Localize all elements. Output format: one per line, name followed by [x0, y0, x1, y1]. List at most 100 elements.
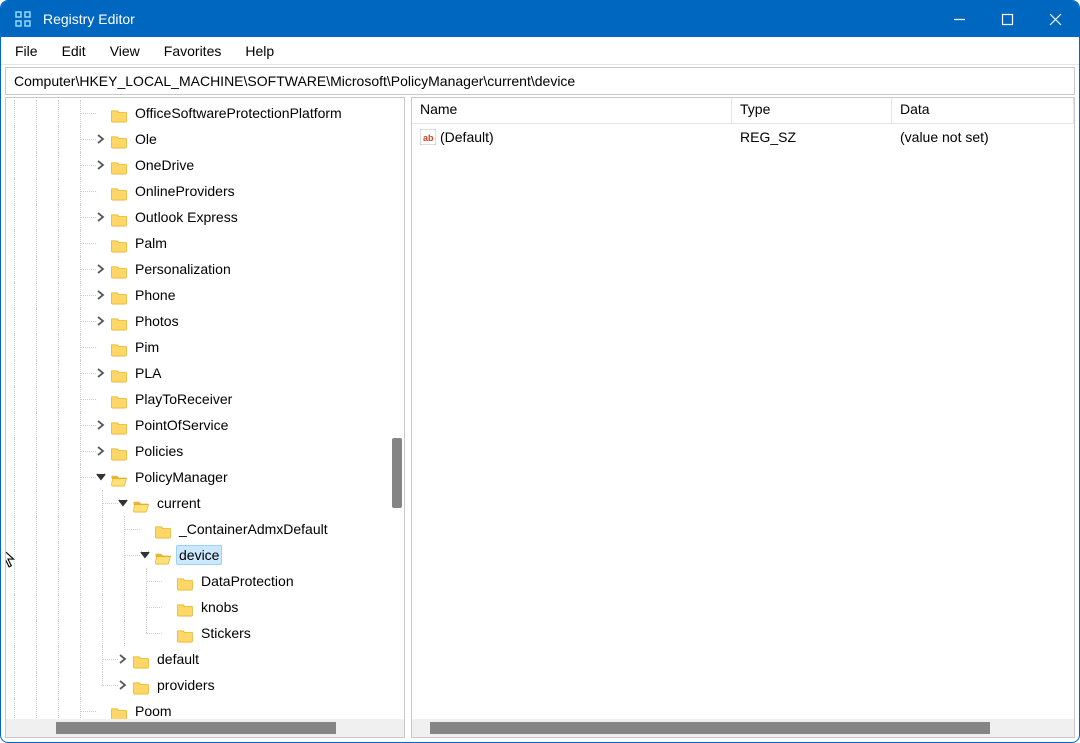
tree-horizontal-scrollbar[interactable] [6, 719, 404, 737]
tree-horizontal-scrollbar-thumb[interactable] [56, 722, 336, 734]
tree-node--containeradmxdefault[interactable]: _ContainerAdmxDefault [6, 516, 404, 542]
expand-icon[interactable] [94, 308, 108, 334]
tree-node-label: default [154, 649, 202, 669]
folder-icon [132, 677, 150, 693]
tree-node-policymanager[interactable]: PolicyManager [6, 464, 404, 490]
tree-node-device[interactable]: device [6, 542, 404, 568]
values-horizontal-scrollbar[interactable] [412, 719, 1074, 737]
tree-node-pla[interactable]: PLA [6, 360, 404, 386]
tree-node-policies[interactable]: Policies [6, 438, 404, 464]
tree-node-palm[interactable]: Palm [6, 230, 404, 256]
tree-node-label: Outlook Express [132, 207, 241, 227]
tree-node-label: Palm [132, 233, 170, 253]
tree-node-label: _ContainerAdmxDefault [176, 519, 331, 539]
expand-icon[interactable] [94, 438, 108, 464]
tree-node-providers[interactable]: providers [6, 672, 404, 698]
folder-icon [176, 599, 194, 615]
tree-node-phone[interactable]: Phone [6, 282, 404, 308]
folder-icon [110, 443, 128, 459]
expand-icon[interactable] [94, 360, 108, 386]
value-data: (value not set) [892, 129, 1074, 145]
folder-icon [154, 547, 172, 563]
tree-node-label: OnlineProviders [132, 181, 238, 201]
column-header-type[interactable]: Type [732, 98, 892, 123]
menu-edit[interactable]: Edit [52, 41, 96, 61]
collapse-icon[interactable] [94, 464, 108, 490]
tree-node-onedrive[interactable]: OneDrive [6, 152, 404, 178]
value-row[interactable]: (Default)REG_SZ(value not set) [412, 124, 1074, 150]
menubar: FileEditViewFavoritesHelp [1, 37, 1079, 65]
tree-node-onlineproviders[interactable]: OnlineProviders [6, 178, 404, 204]
values-horizontal-scrollbar-thumb[interactable] [430, 722, 990, 734]
tree-node-label: Stickers [198, 623, 254, 643]
expand-icon[interactable] [94, 282, 108, 308]
folder-icon [110, 105, 128, 121]
address-input[interactable] [12, 72, 1068, 90]
tree-node-label: PointOfService [132, 415, 231, 435]
registry-tree: OfficeSoftwareProtectionPlatform Ole OneDr… [6, 100, 404, 719]
folder-icon [110, 391, 128, 407]
reg-string-icon [420, 129, 436, 145]
minimize-button[interactable] [935, 1, 983, 37]
app-icon [13, 9, 33, 29]
collapse-icon[interactable] [138, 542, 152, 568]
maximize-button[interactable] [983, 1, 1031, 37]
menu-favorites[interactable]: Favorites [154, 41, 232, 61]
menu-view[interactable]: View [100, 41, 150, 61]
value-name: (Default) [440, 129, 494, 145]
tree-node-label: Ole [132, 129, 160, 149]
expand-icon[interactable] [94, 126, 108, 152]
folder-icon [154, 521, 172, 537]
collapse-icon[interactable] [116, 490, 130, 516]
folder-icon [110, 469, 128, 485]
tree-vertical-scrollbar-thumb[interactable] [392, 438, 402, 508]
expand-icon[interactable] [94, 256, 108, 282]
column-header-data[interactable]: Data [892, 98, 1074, 123]
values-list[interactable]: (Default)REG_SZ(value not set) [412, 124, 1074, 719]
window-title: Registry Editor [43, 11, 135, 27]
expand-icon[interactable] [116, 672, 130, 698]
folder-icon [110, 417, 128, 433]
registry-editor-window: Registry Editor FileEditViewFavoritesHel… [0, 0, 1080, 743]
address-bar[interactable] [5, 67, 1075, 95]
tree-node-pim[interactable]: Pim [6, 334, 404, 360]
tree-node-playtoreceiver[interactable]: PlayToReceiver [6, 386, 404, 412]
menu-file[interactable]: File [5, 41, 48, 61]
tree-node-stickers[interactable]: Stickers [6, 620, 404, 646]
tree-node-personalization[interactable]: Personalization [6, 256, 404, 282]
values-header[interactable]: Name Type Data [412, 98, 1074, 124]
expand-icon[interactable] [116, 646, 130, 672]
tree-node-photos[interactable]: Photos [6, 308, 404, 334]
expand-icon[interactable] [94, 152, 108, 178]
titlebar[interactable]: Registry Editor [1, 1, 1079, 37]
tree-node-pointofservice[interactable]: PointOfService [6, 412, 404, 438]
tree-node-poom[interactable]: Poom [6, 698, 404, 719]
folder-icon [110, 235, 128, 251]
tree-node-default[interactable]: default [6, 646, 404, 672]
folder-icon [110, 209, 128, 225]
tree-node-label: Photos [132, 311, 182, 331]
tree-node-label: current [154, 493, 204, 513]
tree-node-label: OneDrive [132, 155, 197, 175]
expander-placeholder [94, 386, 108, 412]
expand-icon[interactable] [94, 412, 108, 438]
folder-icon [132, 495, 150, 511]
tree-node-current[interactable]: current [6, 490, 404, 516]
tree-node-label: device [176, 545, 222, 565]
tree-node-ole[interactable]: Ole [6, 126, 404, 152]
menu-help[interactable]: Help [235, 41, 284, 61]
tree-viewport[interactable]: OfficeSoftwareProtectionPlatform Ole OneDr… [6, 98, 404, 719]
tree-pane: OfficeSoftwareProtectionPlatform Ole OneDr… [5, 97, 405, 738]
expand-icon[interactable] [94, 204, 108, 230]
expander-placeholder [94, 334, 108, 360]
expander-placeholder [160, 568, 174, 594]
column-header-name[interactable]: Name [412, 98, 732, 123]
main-split: OfficeSoftwareProtectionPlatform Ole OneDr… [5, 97, 1075, 738]
values-pane: Name Type Data (Default)REG_SZ(value not… [411, 97, 1075, 738]
tree-node-knobs[interactable]: knobs [6, 594, 404, 620]
tree-node-dataprotection[interactable]: DataProtection [6, 568, 404, 594]
tree-node-label: Pim [132, 337, 162, 357]
close-button[interactable] [1031, 1, 1079, 37]
tree-node-officesoftwareprotectionplatform[interactable]: OfficeSoftwareProtectionPlatform [6, 100, 404, 126]
tree-node-outlook-express[interactable]: Outlook Express [6, 204, 404, 230]
